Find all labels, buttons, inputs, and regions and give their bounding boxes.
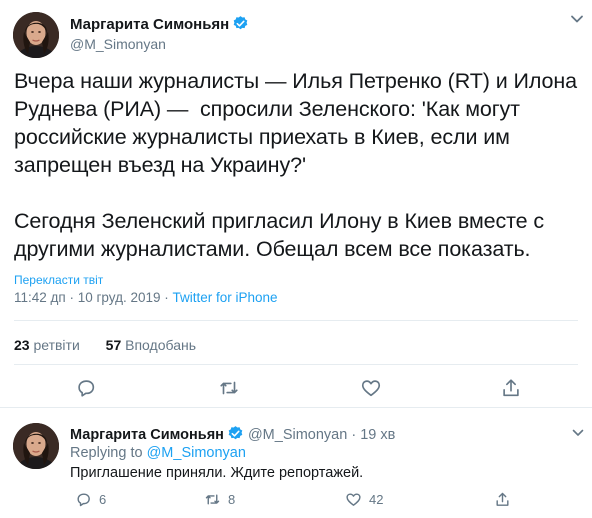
reply-icon (78, 380, 95, 397)
reply-author-avatar[interactable] (13, 423, 59, 469)
divider (14, 364, 578, 365)
reply-header: Маргарита Симоньян @M_Simonyan · 19 хв (70, 425, 395, 443)
chevron-down-icon[interactable] (572, 429, 584, 437)
author-handle[interactable]: @M_Simonyan (70, 36, 166, 52)
likes-label[interactable]: Вподобань (125, 337, 196, 353)
reply-text: Приглашение приняли. Ждите репортажей. (70, 465, 364, 481)
likes-count[interactable]: 57 (106, 337, 122, 353)
reply-author-handle[interactable]: @M_Simonyan (248, 427, 347, 443)
reply-like-button[interactable]: 42 (345, 491, 383, 509)
translate-tweet-link[interactable]: Перекласти твіт (14, 273, 103, 287)
share-icon (503, 379, 519, 397)
replying-to-mention[interactable]: @M_Simonyan (147, 445, 246, 461)
reply-author-name[interactable]: Маргарита Симоньян (70, 427, 224, 443)
reply-time[interactable]: 19 хв (360, 427, 395, 443)
main-tweet: Маргарита Симоньян @M_Simonyan Вчера наш… (0, 0, 592, 408)
reply-share-button[interactable] (494, 491, 518, 509)
divider (14, 320, 578, 321)
tweet-metadata: 11:42 дп · 10 груд. 2019 · Twitter for i… (14, 290, 278, 305)
replying-to-label: Replying to (70, 445, 147, 461)
retweet-icon (220, 381, 238, 395)
author-name-text[interactable]: Маргарита Симоньян (70, 16, 229, 33)
reply-icon (77, 493, 90, 507)
avatar-photo (13, 423, 59, 469)
reply-reply-count: 6 (99, 492, 107, 507)
separator-dot: · (347, 427, 361, 443)
like-button[interactable] (360, 377, 382, 399)
reply-reply-button[interactable]: 6 (75, 491, 106, 509)
retweet-button[interactable] (218, 377, 240, 399)
reply-tweet[interactable]: Маргарита Симоньян @M_Simonyan · 19 хв R… (0, 409, 592, 518)
retweets-label[interactable]: ретвіти (33, 337, 79, 353)
tweet-stats: 23 ретвіти 57 Вподобань (14, 337, 218, 353)
author-avatar[interactable] (13, 12, 59, 58)
verified-icon (233, 16, 248, 30)
like-icon (361, 380, 381, 397)
author-name[interactable]: Маргарита Симоньян (70, 15, 249, 33)
tweet-text: Вчера наши журналисты — Илья Петренко (R… (14, 69, 578, 261)
reply-like-count: 42 (369, 492, 384, 507)
chevron-down-icon[interactable] (570, 14, 584, 24)
share-button[interactable] (500, 377, 522, 399)
retweet-icon (205, 494, 220, 505)
replying-to: Replying to @M_Simonyan (70, 445, 246, 461)
tweet-timestamp[interactable]: 11:42 дп · 10 груд. 2019 · (14, 290, 172, 305)
tweet-source[interactable]: Twitter for iPhone (172, 290, 277, 305)
retweets-count[interactable]: 23 (14, 337, 30, 353)
reply-retweet-count: 8 (228, 492, 236, 507)
like-icon (346, 493, 361, 506)
avatar-photo (13, 12, 59, 58)
share-icon (496, 492, 509, 506)
verified-icon (228, 426, 243, 440)
reply-retweet-button[interactable]: 8 (204, 491, 235, 509)
reply-button[interactable] (75, 377, 97, 399)
